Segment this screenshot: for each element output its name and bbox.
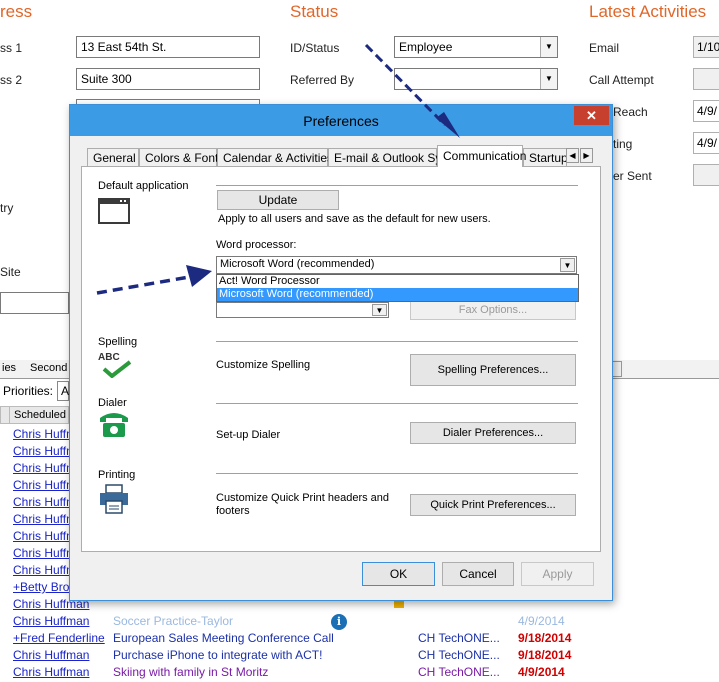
annotation-arrows <box>96 43 460 295</box>
arrow-to-word-processor <box>96 274 196 295</box>
arrow-to-communication-tab <box>364 43 447 127</box>
arrow-head-icon <box>436 112 460 138</box>
arrow-head-icon <box>186 265 212 287</box>
